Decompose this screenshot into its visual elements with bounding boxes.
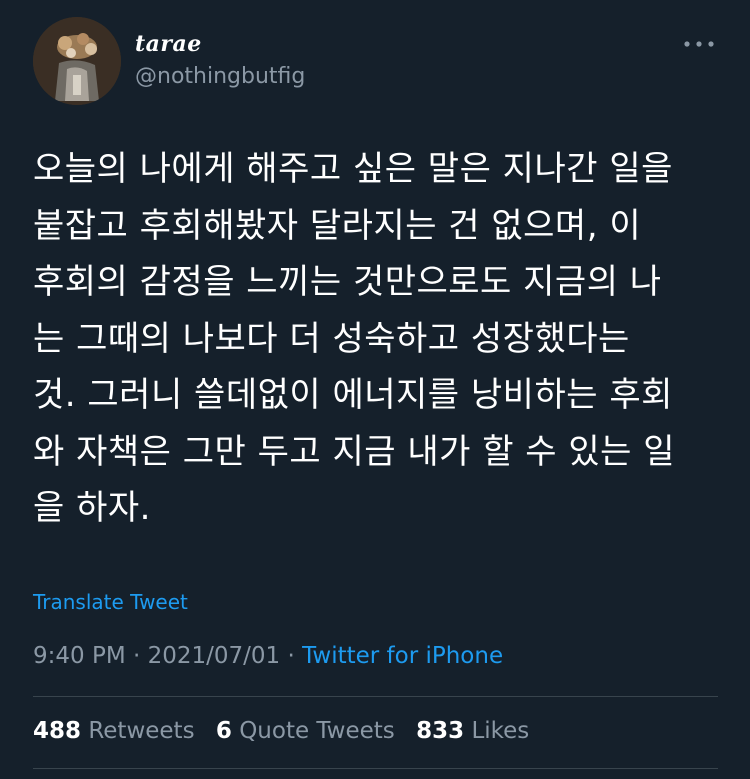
retweets-count: 488	[33, 718, 82, 744]
tweet-date[interactable]: 2021/07/01	[148, 643, 281, 669]
quote-tweets-stat[interactable]: 6 Quote Tweets	[216, 718, 395, 744]
divider	[33, 768, 718, 769]
quote-tweets-label: Quote Tweets	[239, 718, 395, 744]
tweet-text: 오늘의 나에게 해주고 싶은 말은 지나간 일을 붙잡고 후회해봤자 달라지는 …	[33, 149, 676, 528]
retweets-stat[interactable]: 488 Retweets	[33, 718, 195, 744]
translate-tweet-link[interactable]: Translate Tweet	[33, 590, 188, 614]
likes-stat[interactable]: 833 Likes	[416, 718, 529, 744]
divider	[33, 696, 718, 697]
more-horizontal-icon	[684, 41, 714, 47]
user-handle[interactable]: @nothingbutfig	[135, 64, 305, 89]
tweet-time[interactable]: 9:40 PM	[33, 643, 126, 669]
more-options-button[interactable]	[676, 30, 722, 58]
avatar-image	[33, 17, 121, 105]
quote-tweets-count: 6	[215, 718, 232, 744]
tweet-source-link[interactable]: Twitter for iPhone	[302, 643, 503, 669]
likes-label: Likes	[471, 718, 530, 744]
tweet-stats: 488 Retweets 6 Quote Tweets 833 Likes	[33, 718, 543, 744]
retweets-label: Retweets	[88, 718, 195, 744]
likes-count: 833	[416, 718, 465, 744]
meta-separator: ·	[133, 643, 141, 669]
meta-separator: ·	[287, 643, 295, 669]
tweet-meta: 9:40 PM · 2021/07/01 · Twitter for iPhon…	[33, 643, 503, 669]
display-name[interactable]: tarae	[135, 31, 202, 57]
avatar[interactable]	[33, 17, 121, 105]
